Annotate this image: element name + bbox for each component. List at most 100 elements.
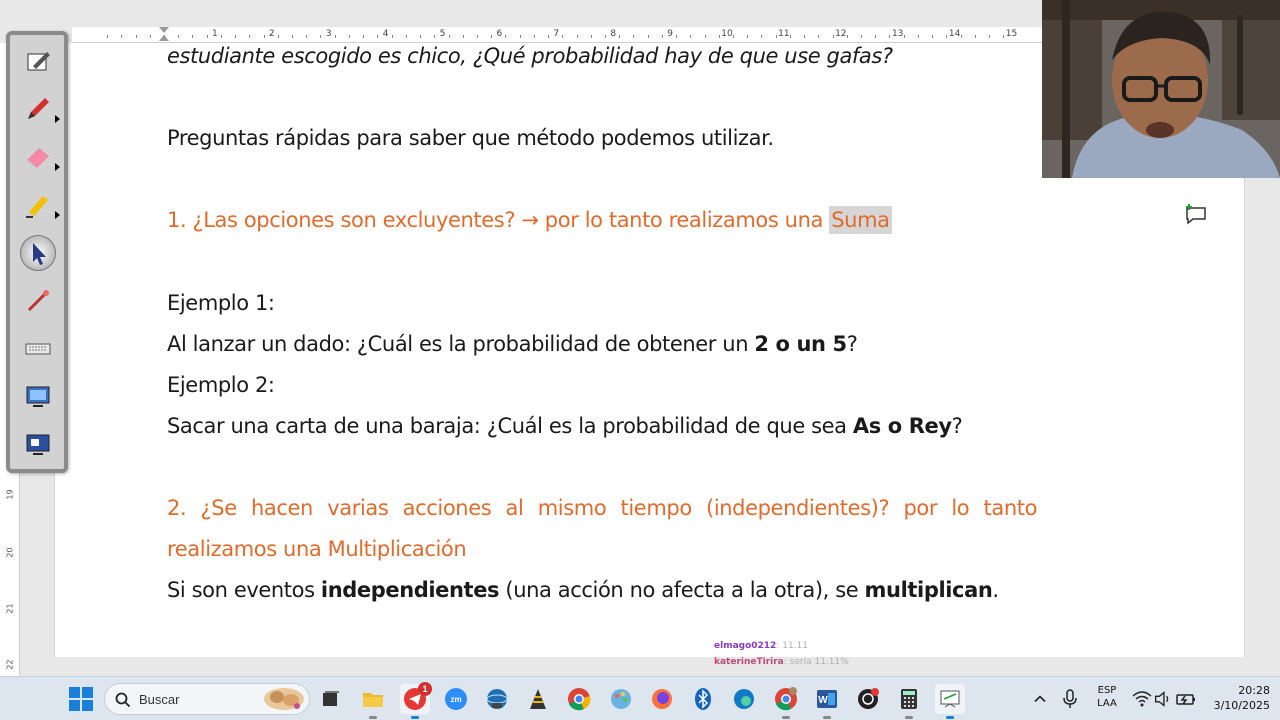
file-explorer-app[interactable] — [358, 684, 388, 719]
document-viewport[interactable]: 1 2 3 4 5 6 7 8 9 10 11 12 13 14 15 19 20 21 22 estudiant… — [0, 0, 1280, 676]
ruler-tick — [932, 35, 934, 38]
ruler-tick — [149, 35, 151, 38]
ruler-tick — [861, 35, 863, 38]
paint-app[interactable] — [606, 684, 636, 714]
ruler-tick — [832, 35, 834, 38]
webcam-person-image — [1042, 0, 1280, 178]
ruler-tick — [533, 35, 535, 38]
ruler-tick — [989, 35, 991, 38]
chat-message-1: elmago0212: 11.11 — [714, 638, 849, 654]
example-2-text-b: ? — [951, 414, 963, 438]
obs-app[interactable] — [853, 684, 883, 714]
ruler-tick — [661, 35, 663, 38]
laser-pointer-tool[interactable] — [20, 283, 56, 319]
ruler-tick — [718, 35, 720, 38]
network-app[interactable] — [482, 684, 512, 714]
notepad-icon — [27, 52, 50, 71]
ruler-tick — [775, 35, 777, 38]
ruler-tick — [818, 35, 820, 38]
ruler-tick — [946, 35, 948, 38]
independent-bold-1: independientes — [320, 578, 500, 602]
example-1-text: Al lanzar un dado: ¿Cuál es la probabili… — [167, 332, 858, 356]
ruler-tick — [619, 35, 621, 38]
start-button[interactable] — [68, 686, 94, 712]
keyboard-icon — [25, 343, 51, 355]
ruler-tick — [576, 35, 578, 38]
zoom-app[interactable]: zm — [441, 684, 471, 714]
windows-taskbar: Buscar 1 zm W ESP LAA 20:28 3/10/2025 — [0, 676, 1280, 720]
eraser-tool[interactable] — [20, 139, 60, 175]
horizontal-ruler[interactable]: 1 2 3 4 5 6 7 8 9 10 11 12 13 14 15 — [72, 27, 1072, 43]
ruler-tick — [733, 35, 734, 38]
vertical-ruler-number: 19 — [5, 489, 15, 500]
wifi-tray[interactable] — [1130, 684, 1154, 714]
media-cone-icon — [530, 689, 546, 709]
example-2-bold: As o Rey — [852, 414, 952, 438]
live-chat-overlay: elmago0212: 11.11 katerineTirira: sería … — [714, 638, 849, 670]
ruler-number: 13 — [891, 29, 904, 39]
notepad-tool[interactable] — [20, 43, 56, 79]
ruler-tick — [348, 35, 350, 38]
ruler-tick — [875, 35, 877, 38]
svg-text:W: W — [818, 695, 828, 706]
taskbar-search[interactable]: Buscar — [104, 683, 310, 715]
ruler-number: 6 — [496, 29, 503, 39]
show-hidden-icons[interactable] — [1030, 684, 1050, 714]
example-1-bold: 2 o un 5 — [754, 332, 847, 356]
ruler-tick — [178, 35, 180, 38]
ruler-number: 1 — [212, 29, 218, 39]
highlighter-tool[interactable] — [20, 187, 60, 223]
ruler-tick — [292, 35, 294, 38]
ruler-tick — [391, 35, 393, 38]
chrome-app[interactable] — [564, 684, 594, 714]
red-pen-icon — [28, 98, 49, 119]
question-2-line-1: 2. ¿Se hacen varias acciones al mismo ti… — [167, 496, 1038, 520]
bluetooth-app[interactable] — [688, 684, 718, 714]
volume-tray[interactable] — [1152, 684, 1174, 714]
add-comment-icon[interactable] — [1183, 203, 1207, 225]
ruler-tick — [704, 35, 706, 38]
search-icon — [115, 692, 131, 708]
wifi-icon — [1132, 691, 1152, 707]
ruler-number: 2 — [268, 29, 275, 39]
ruler-number: 4 — [382, 29, 389, 39]
ruler-tick — [220, 35, 222, 38]
edge-app[interactable] — [729, 684, 759, 714]
search-placeholder: Buscar — [139, 692, 180, 707]
speaker-icon — [1154, 691, 1169, 707]
pen-tool[interactable] — [20, 91, 60, 127]
whiteboard-app[interactable] — [935, 684, 965, 719]
edge-icon — [734, 689, 754, 709]
keyboard-tool[interactable] — [20, 331, 56, 367]
ruler-number: 10 — [721, 29, 733, 39]
ruler-tick — [562, 35, 564, 38]
webcam-video — [1042, 0, 1280, 178]
task-view-app[interactable] — [315, 684, 345, 714]
word-icon: W — [817, 690, 837, 708]
microphone-tray[interactable] — [1058, 684, 1082, 714]
display-settings-tool[interactable] — [20, 427, 56, 463]
language-indicator[interactable]: ESP LAA — [1092, 685, 1122, 709]
task-view-icon — [323, 691, 339, 706]
word-app[interactable]: W — [812, 684, 842, 719]
firefox-app[interactable] — [647, 684, 677, 714]
annotation-toolbar — [6, 31, 68, 473]
clock[interactable]: 20:28 3/10/2025 — [1204, 684, 1270, 712]
battery-tray[interactable] — [1174, 684, 1198, 714]
language-code: ESP — [1097, 685, 1117, 696]
calculator-app[interactable] — [894, 684, 924, 719]
ruler-tick — [590, 35, 592, 38]
chrome-profile-icon — [775, 687, 797, 711]
ruler-tick — [917, 35, 919, 38]
ruler-tick — [903, 35, 905, 38]
screen-capture-tool[interactable] — [20, 379, 56, 415]
select-pointer-tool[interactable] — [20, 235, 56, 271]
telegram-app[interactable]: 1 — [400, 682, 432, 719]
chevron-up-icon — [1034, 695, 1046, 703]
media-app[interactable] — [523, 684, 553, 714]
chrome-profile-app[interactable] — [771, 684, 801, 719]
example-2-text: Sacar una carta de una baraja: ¿Cuál es … — [167, 414, 963, 438]
ruler-tick — [263, 35, 265, 38]
ruler-tick — [235, 35, 237, 38]
ruler-number: 3 — [325, 29, 332, 39]
